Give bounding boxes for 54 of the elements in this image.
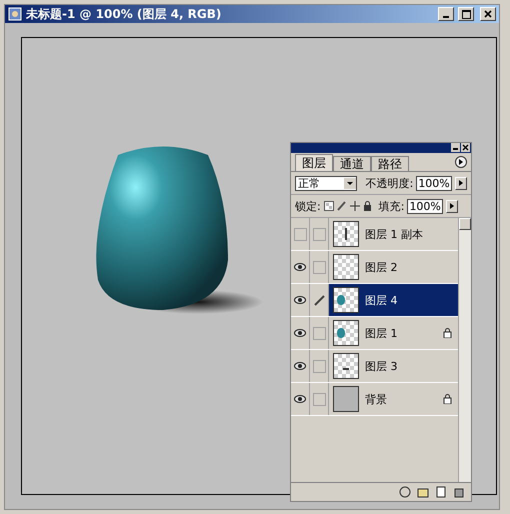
layer-thumbnail [333, 353, 359, 379]
layer-name: 图层 1 [365, 326, 398, 340]
layer-thumbnail [333, 221, 359, 247]
layer-name: 图层 4 [365, 292, 398, 308]
minimize-button[interactable] [451, 143, 460, 152]
move-icon[interactable] [350, 201, 360, 211]
lock-label: 锁定: [295, 198, 321, 214]
scroll-up-button[interactable] [459, 218, 471, 230]
layer-name: 图层 3 [365, 358, 398, 374]
close-icon [462, 144, 469, 151]
maximize-icon [462, 10, 470, 18]
layer-row[interactable]: 图层 2 [291, 251, 458, 284]
window-title: 未标题-1 @ 100% (图层 4, RGB) [26, 6, 222, 22]
brush-icon[interactable] [336, 201, 347, 211]
layer-thumbnail [333, 320, 359, 346]
fill-label: 填充: [378, 198, 404, 214]
panel-menu-button[interactable] [455, 156, 467, 168]
layer-thumbnail [333, 287, 359, 313]
page-icon[interactable] [435, 486, 447, 498]
layer-name: 图层 2 [365, 260, 398, 274]
arrow-icon [450, 203, 454, 209]
fill-arrow-button[interactable] [446, 200, 458, 212]
layer-thumbnail [333, 254, 359, 280]
layer-row[interactable]: 图层 1 [291, 317, 458, 350]
eye-icon[interactable] [294, 395, 306, 403]
blend-mode-dropdown[interactable]: 正常 [295, 176, 357, 190]
app-icon [8, 7, 22, 21]
close-button[interactable] [461, 143, 470, 152]
play-arrow-icon [458, 159, 464, 165]
eye-icon[interactable] [294, 263, 306, 271]
circle-icon[interactable] [399, 486, 411, 498]
opacity-arrow-button[interactable] [455, 176, 467, 190]
lock-transparency-icon[interactable] [324, 201, 334, 211]
layer-row[interactable]: 图层 4 [291, 284, 458, 317]
layer-row[interactable]: 背景 [291, 383, 458, 416]
folder-icon[interactable] [417, 486, 429, 498]
panel-tab[interactable]: 图层 [295, 154, 333, 171]
opacity-field[interactable]: 100% [416, 176, 452, 190]
layer-name: 背景 [365, 392, 388, 406]
eye-icon[interactable] [294, 362, 306, 370]
maximize-button[interactable] [458, 7, 474, 21]
panel-tab[interactable]: 通道 [333, 156, 371, 171]
eye-icon[interactable] [294, 296, 306, 304]
layer-thumbnail [333, 386, 359, 412]
opacity-label: 不透明度: [366, 176, 414, 190]
panel-tab[interactable]: 路径 [371, 156, 409, 171]
close-icon [484, 10, 492, 18]
arrow-icon [459, 180, 464, 186]
lock-icon[interactable] [362, 201, 372, 211]
layer-name: 图层 1 副本 [365, 226, 424, 242]
eye-icon[interactable] [294, 329, 306, 337]
fill-field[interactable]: 100% [407, 198, 444, 214]
minimize-button[interactable] [438, 7, 454, 21]
layer-row[interactable]: 图层 3 [291, 350, 458, 383]
